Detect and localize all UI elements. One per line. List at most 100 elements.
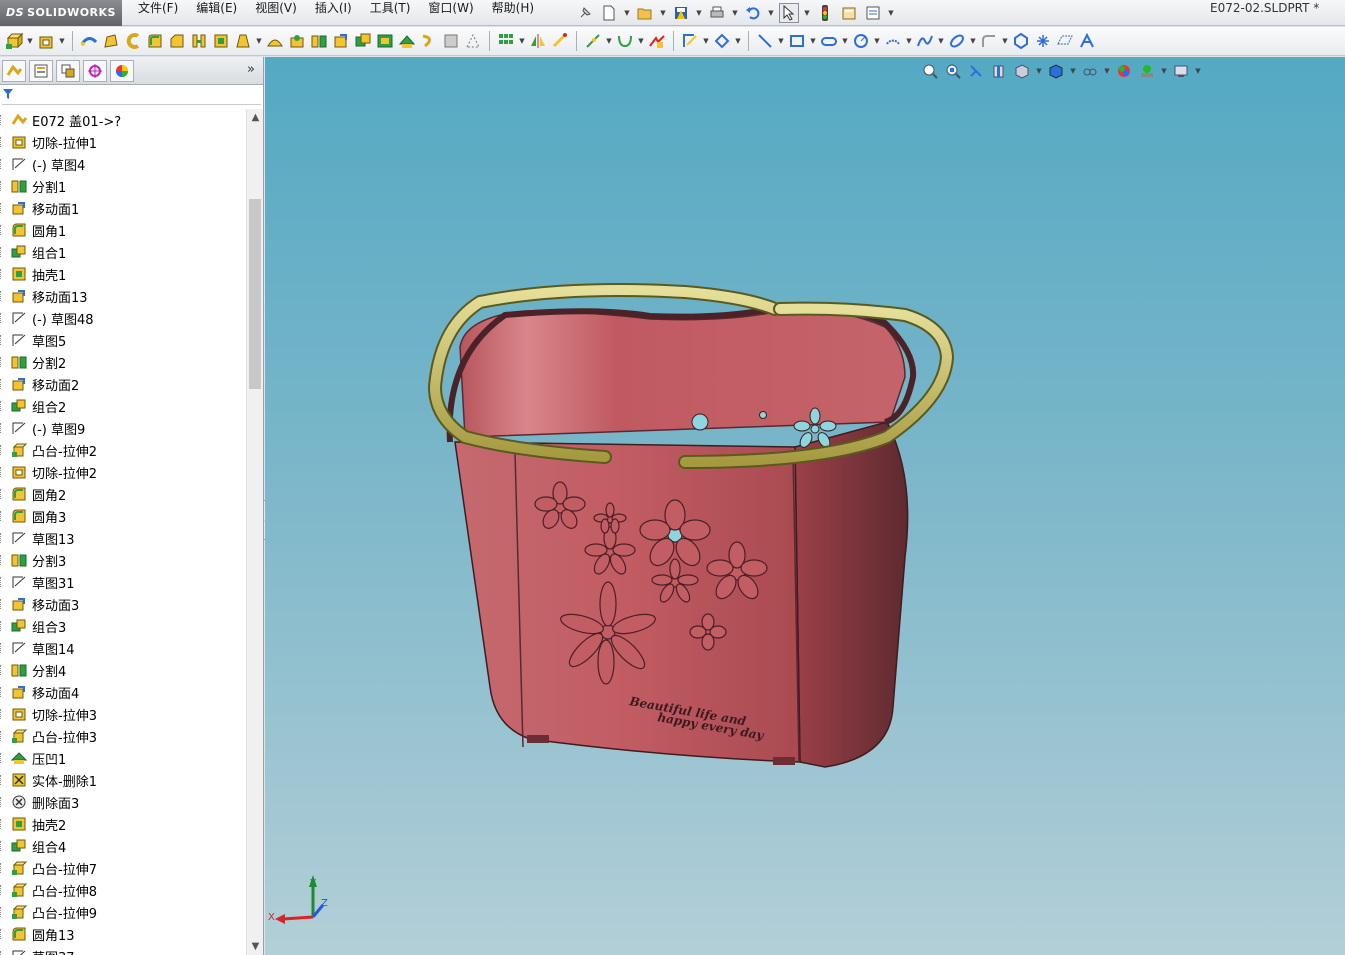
- graphics-area[interactable]: ▼ ▼ ▼ ▼ ▼ Beautiful life and happy every…: [265, 57, 1345, 955]
- tree-item[interactable]: 组合4: [0, 835, 246, 857]
- chevron-down-icon[interactable]: ▼: [887, 3, 895, 23]
- chevron-down-icon[interactable]: ▼: [1001, 31, 1009, 51]
- tree-expander[interactable]: [0, 511, 6, 521]
- rebuild-icon[interactable]: [815, 3, 835, 23]
- basket-model[interactable]: Beautiful life and happy every day X Y Z: [265, 57, 1345, 955]
- menu-tools[interactable]: 工具(T): [360, 0, 419, 26]
- chevron-down-icon[interactable]: ▼: [623, 3, 631, 23]
- smart-dimension-icon[interactable]: [583, 31, 603, 51]
- menu-help[interactable]: 帮助(H): [482, 0, 542, 26]
- tree-item[interactable]: (-) 草图4: [0, 153, 246, 175]
- tree-expander[interactable]: [0, 291, 6, 301]
- tree-item[interactable]: 分割3: [0, 549, 246, 571]
- tree-expander[interactable]: [0, 797, 6, 807]
- chevron-down-icon[interactable]: ▼: [937, 31, 945, 51]
- chevron-down-icon[interactable]: ▼: [841, 31, 849, 51]
- chevron-down-icon[interactable]: ▼: [969, 31, 977, 51]
- chevron-down-icon[interactable]: ▼: [731, 3, 739, 23]
- tree-expander[interactable]: [0, 753, 6, 763]
- rib-icon[interactable]: [189, 31, 209, 51]
- tree-expander[interactable]: [0, 687, 6, 697]
- tree-item[interactable]: 抽壳2: [0, 813, 246, 835]
- indent-icon[interactable]: [397, 31, 417, 51]
- revolve-icon[interactable]: [123, 31, 143, 51]
- tree-expander[interactable]: [0, 115, 6, 125]
- tree-item[interactable]: 删除面3: [0, 791, 246, 813]
- tree-item[interactable]: 组合2: [0, 395, 246, 417]
- sketch-icon[interactable]: [680, 31, 700, 51]
- circle-icon[interactable]: [851, 31, 871, 51]
- tree-item[interactable]: 凸台-拉伸8: [0, 879, 246, 901]
- tree-item[interactable]: 草图14: [0, 637, 246, 659]
- tree-item[interactable]: 凸台-拉伸3: [0, 725, 246, 747]
- more-tabs-icon[interactable]: »: [247, 62, 255, 77]
- tree-item[interactable]: 草图37: [0, 945, 246, 955]
- arc-icon[interactable]: [883, 31, 903, 51]
- fillet-icon[interactable]: [145, 31, 165, 51]
- tree-expander[interactable]: [0, 907, 6, 917]
- rectangle-icon[interactable]: [787, 31, 807, 51]
- chevron-down-icon[interactable]: ▼: [695, 3, 703, 23]
- tree-item[interactable]: 切除-拉伸2: [0, 461, 246, 483]
- tree-expander[interactable]: [0, 467, 6, 477]
- chevron-down-icon[interactable]: ▼: [809, 31, 817, 51]
- tree-item[interactable]: 圆角3: [0, 505, 246, 527]
- menu-window[interactable]: 窗口(W): [418, 0, 481, 26]
- select-pointer-icon[interactable]: [779, 3, 799, 23]
- tree-expander[interactable]: [0, 621, 6, 631]
- boss-extrude-icon[interactable]: [4, 31, 24, 51]
- tree-item[interactable]: 草图31: [0, 571, 246, 593]
- chevron-down-icon[interactable]: ▼: [873, 31, 881, 51]
- save-icon[interactable]: [671, 3, 691, 23]
- tree-item[interactable]: 分割2: [0, 351, 246, 373]
- chevron-down-icon[interactable]: ▼: [26, 31, 34, 51]
- tree-expander[interactable]: [0, 841, 6, 851]
- feature-manager-tab-icon[interactable]: [2, 59, 26, 82]
- chevron-down-icon[interactable]: ▼: [702, 31, 710, 51]
- scroll-thumb[interactable]: [249, 199, 261, 389]
- tree-expander[interactable]: [0, 203, 6, 213]
- tree-expander[interactable]: [0, 731, 6, 741]
- tree-expander[interactable]: [0, 709, 6, 719]
- tree-expander[interactable]: [0, 775, 6, 785]
- menu-insert[interactable]: 插入(I): [305, 0, 360, 26]
- draft-icon[interactable]: [233, 31, 253, 51]
- tree-expander[interactable]: [0, 225, 6, 235]
- tree-item[interactable]: E072 盖01->?: [0, 109, 246, 131]
- loft-icon[interactable]: [101, 31, 121, 51]
- flex-icon[interactable]: [441, 31, 461, 51]
- spline-icon[interactable]: [915, 31, 935, 51]
- chevron-down-icon[interactable]: ▼: [58, 31, 66, 51]
- tree-expander[interactable]: [0, 247, 6, 257]
- solidworks-logo[interactable]: DS SOLIDWORKS: [0, 0, 122, 26]
- tree-expander[interactable]: [0, 445, 6, 455]
- curves-icon[interactable]: [419, 31, 439, 51]
- chevron-down-icon[interactable]: ▼: [659, 3, 667, 23]
- sweep-icon[interactable]: [79, 31, 99, 51]
- print-icon[interactable]: [707, 3, 727, 23]
- scroll-down-icon[interactable]: ▼: [247, 938, 264, 955]
- spline-3d-icon[interactable]: [615, 31, 635, 51]
- text-icon[interactable]: [1077, 31, 1097, 51]
- tree-expander[interactable]: [0, 863, 6, 873]
- dimxpert-tab-icon[interactable]: [83, 59, 107, 82]
- chevron-down-icon[interactable]: ▼: [803, 3, 811, 23]
- slot-icon[interactable]: [819, 31, 839, 51]
- tree-expander[interactable]: [0, 643, 6, 653]
- tree-expander[interactable]: [0, 335, 6, 345]
- tree-item[interactable]: (-) 草图48: [0, 307, 246, 329]
- configuration-manager-tab-icon[interactable]: [56, 59, 80, 82]
- reference-geometry-icon[interactable]: [463, 31, 483, 51]
- chevron-down-icon[interactable]: ▼: [255, 31, 263, 51]
- undo-icon[interactable]: [743, 3, 763, 23]
- tree-expander[interactable]: [0, 489, 6, 499]
- line-icon[interactable]: [755, 31, 775, 51]
- tree-item[interactable]: (-) 草图9: [0, 417, 246, 439]
- plane-icon[interactable]: [1055, 31, 1075, 51]
- tree-expander[interactable]: [0, 951, 6, 955]
- property-manager-tab-icon[interactable]: [29, 59, 53, 82]
- chevron-down-icon[interactable]: ▼: [605, 31, 613, 51]
- tree-expander[interactable]: [0, 533, 6, 543]
- tree-expander[interactable]: [0, 929, 6, 939]
- ellipse-icon[interactable]: [947, 31, 967, 51]
